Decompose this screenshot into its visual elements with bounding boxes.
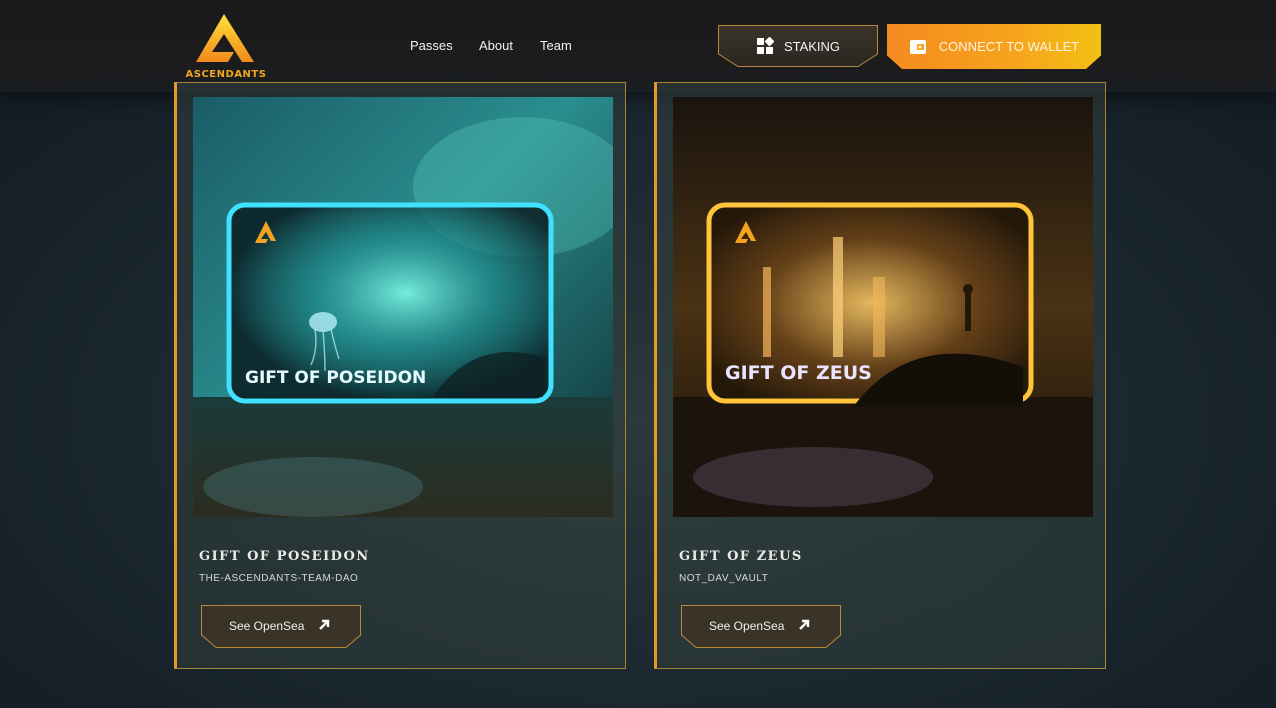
logo-text: ASCENDANTS: [185, 69, 267, 80]
card-title: GIFT OF POSEIDON: [199, 549, 370, 564]
pass-card-zeus: GIFT OF ZEUS GIFT OF ZEUS NOT_DAV_VAULT …: [654, 82, 1106, 669]
nav-link-team[interactable]: Team: [540, 38, 572, 53]
external-arrow-icon: [319, 619, 330, 630]
nav-link-about[interactable]: About: [479, 38, 513, 53]
staking-button[interactable]: STAKING: [718, 25, 878, 67]
logo-icon: [196, 14, 254, 62]
nav-link-passes[interactable]: Passes: [410, 38, 453, 53]
zeus-pass-image: GIFT OF ZEUS: [673, 97, 1093, 517]
zeus-image-text: GIFT OF ZEUS: [725, 362, 872, 384]
pass-card-poseidon: GIFT OF POSEIDON GIFT OF POSEIDON THE-AS…: [174, 82, 626, 669]
poseidon-pass-image: GIFT OF POSEIDON: [193, 97, 613, 517]
staking-label: STAKING: [783, 38, 841, 54]
see-opensea-label: See OpenSea: [229, 619, 305, 633]
card-title: GIFT OF ZEUS: [679, 549, 803, 564]
see-opensea-button[interactable]: See OpenSea: [201, 605, 361, 648]
see-opensea-button[interactable]: See OpenSea: [681, 605, 841, 648]
card-collection: THE-ASCENDANTS-TEAM-DAO: [199, 573, 359, 584]
poseidon-image-text: GIFT OF POSEIDON: [245, 368, 426, 388]
connect-wallet-button[interactable]: CONNECT TO WALLET: [887, 24, 1101, 69]
connect-wallet-label: CONNECT TO WALLET: [938, 39, 1080, 54]
card-collection: NOT_DAV_VAULT: [679, 573, 769, 584]
see-opensea-label: See OpenSea: [709, 619, 785, 633]
external-arrow-icon: [799, 619, 810, 630]
wallet-icon: [909, 39, 926, 54]
top-navigation-bar: ASCENDANTS Passes About Team STAKING CON…: [0, 0, 1276, 92]
ascendants-logo[interactable]: ASCENDANTS: [176, 12, 276, 80]
staking-grid-icon: [756, 37, 774, 54]
